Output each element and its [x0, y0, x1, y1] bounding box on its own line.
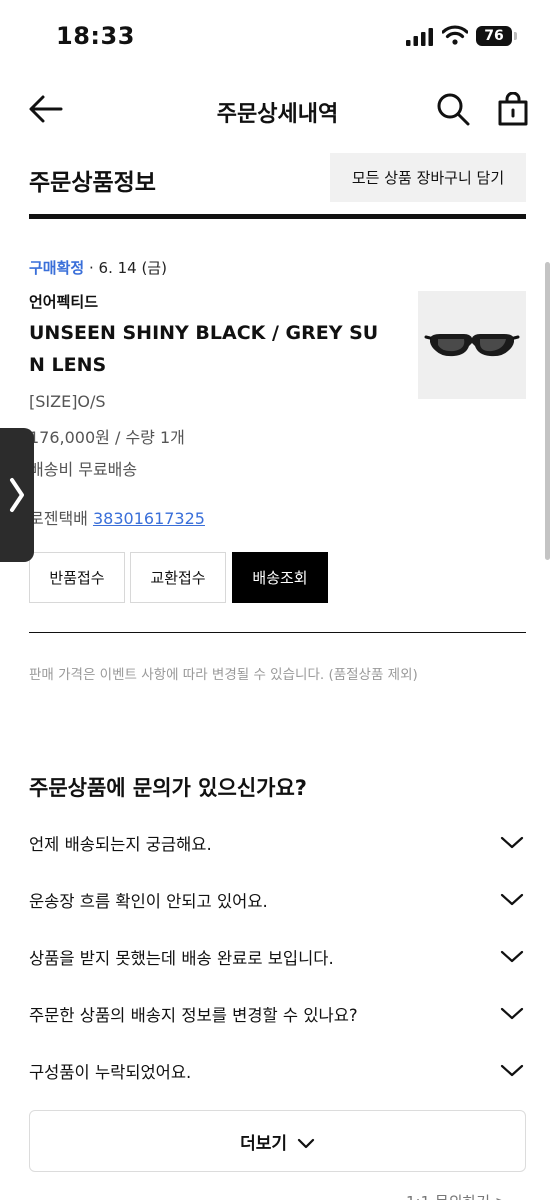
chevron-down-icon: [500, 1064, 524, 1077]
faq-question: 운송장 흐름 확인이 안되고 있어요.: [29, 892, 268, 911]
faq-question: 상품을 받지 못했는데 배송 완료로 보입니다.: [29, 949, 334, 968]
price-notice: 판매 가격은 이벤트 사항에 따라 변경될 수 있습니다. (품절상품 제외): [29, 667, 418, 683]
faq-item[interactable]: 구성품이 누락되었어요.: [29, 1051, 526, 1091]
app-header: 주문상세내역: [0, 80, 555, 140]
product-name[interactable]: UNSEEN SHINY BLACK / GREY SUN LENS: [29, 317, 394, 381]
status-time: 18:33: [56, 22, 135, 50]
faq-item[interactable]: 운송장 흐름 확인이 안되고 있어요.: [29, 880, 526, 920]
scrollbar[interactable]: [545, 262, 550, 560]
courier-info: 로젠택배 38301617325: [29, 505, 205, 529]
sunglasses-icon: [418, 291, 526, 399]
faq-item[interactable]: 상품을 받지 못했는데 배송 완료로 보입니다.: [29, 937, 526, 977]
return-request-button[interactable]: 반품접수: [29, 552, 125, 603]
chevron-right-icon: [10, 478, 24, 512]
faq-item[interactable]: 주문한 상품의 배송지 정보를 변경할 수 있나요?: [29, 994, 526, 1034]
purchase-confirmed-badge: 구매확정: [29, 259, 85, 277]
page-title: 주문상세내역: [216, 102, 339, 127]
chevron-down-icon: [500, 836, 524, 849]
track-delivery-button[interactable]: 배송조회: [232, 552, 328, 603]
wifi-icon: [442, 25, 468, 45]
more-faq-label: 더보기: [240, 1133, 287, 1154]
add-all-to-cart-button[interactable]: 모든 상품 장바구니 담기: [330, 153, 526, 202]
courier-name: 로젠택배: [29, 509, 88, 528]
order-detail-page: 18:33 76 주문상세내역 주문상품정보 모든 상품 장바구니 담기 구매확…: [0, 0, 555, 1200]
chevron-down-icon: [500, 1007, 524, 1020]
item-divider: [29, 632, 526, 633]
shopping-bag-icon[interactable]: [497, 92, 529, 126]
more-faq-button[interactable]: 더보기: [29, 1110, 526, 1172]
faq-title: 주문상품에 문의가 있으신가요?: [29, 776, 307, 800]
chevron-down-icon: [297, 1138, 315, 1148]
battery-icon: 76: [476, 26, 518, 46]
faq-question: 주문한 상품의 배송지 정보를 변경할 수 있나요?: [29, 1006, 358, 1025]
battery-level: 76: [476, 26, 512, 46]
signal-icon: [406, 28, 433, 46]
faq-question: 언제 배송되는지 궁금해요.: [29, 835, 212, 854]
faq-question: 구성품이 누락되었어요.: [29, 1063, 192, 1082]
chevron-down-icon: [500, 893, 524, 906]
one-to-one-inquiry-link[interactable]: 1:1 문의하기 >: [406, 1191, 507, 1200]
faq-item[interactable]: 언제 배송되는지 궁금해요.: [29, 823, 526, 863]
chevron-down-icon: [500, 950, 524, 963]
order-date: · 6. 14 (금): [88, 259, 167, 277]
status-bar: 18:33 76: [0, 0, 555, 70]
section-divider: [29, 214, 526, 219]
product-size: [SIZE]O/S: [29, 392, 106, 411]
side-panel-handle[interactable]: [0, 428, 34, 562]
order-section-title: 주문상품정보: [29, 170, 156, 196]
search-icon[interactable]: [436, 92, 470, 126]
brand-name[interactable]: 언어펙티드: [29, 291, 98, 312]
product-price-quantity: 176,000원 / 수량 1개: [29, 428, 185, 447]
sunglasses-product-image[interactable]: [418, 291, 526, 399]
shipping-fee: 배송비 무료배송: [29, 460, 138, 479]
order-status-line: 구매확정 · 6. 14 (금): [29, 257, 167, 278]
tracking-number-link[interactable]: 38301617325: [93, 509, 205, 528]
exchange-request-button[interactable]: 교환접수: [130, 552, 226, 603]
